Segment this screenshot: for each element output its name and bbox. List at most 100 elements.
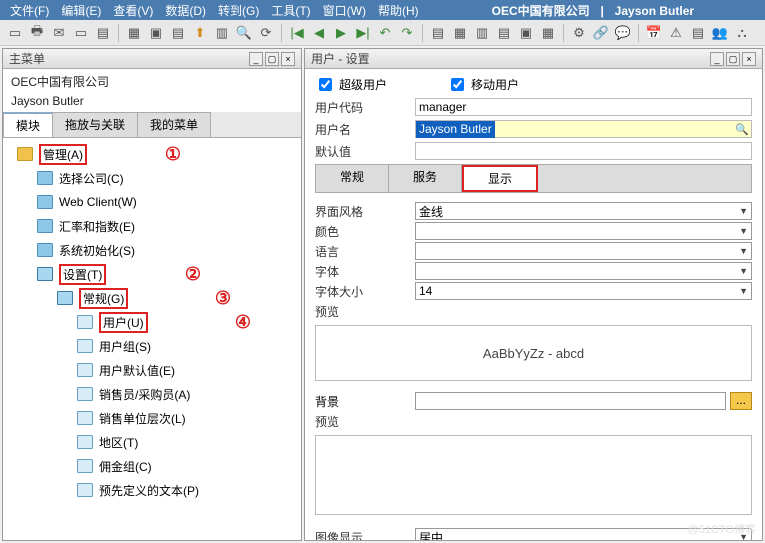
sms-icon[interactable]: ▭	[72, 24, 90, 42]
file-icon	[77, 363, 93, 377]
upload-icon[interactable]: ⬆	[191, 24, 209, 42]
toolbar-separator	[422, 24, 423, 42]
defaults-input[interactable]	[415, 142, 752, 160]
doc4-icon[interactable]: ▤	[495, 24, 513, 42]
tab-modules[interactable]: 模块	[3, 112, 53, 137]
tree-predefined-text[interactable]: 预先定义的文本(P)	[3, 478, 301, 502]
redo-icon[interactable]: ↷	[398, 24, 416, 42]
doc6-icon[interactable]: ▦	[539, 24, 557, 42]
menu-file[interactable]: 文件(F)	[4, 0, 55, 21]
report-icon[interactable]: ▤	[689, 24, 707, 42]
menu-tools[interactable]: 工具(T)	[265, 0, 316, 21]
minimize-button[interactable]: _	[710, 52, 724, 66]
detail-tabs: 常规 服务 显示 ⑤	[315, 164, 752, 193]
tree-sales-buyers[interactable]: 销售员/采购员(A)	[3, 382, 301, 406]
menu-view[interactable]: 查看(V)	[107, 0, 159, 21]
close-button[interactable]: ×	[742, 52, 756, 66]
app-title: OEC中国有限公司 | Jayson Butler	[425, 2, 761, 19]
tree-user-groups[interactable]: 用户组(S)	[3, 334, 301, 358]
user-code-input[interactable]	[415, 98, 752, 116]
doc2-icon[interactable]: ▦	[451, 24, 469, 42]
file-icon	[77, 459, 93, 473]
tree-unit-levels[interactable]: 销售单位层次(L)	[3, 406, 301, 430]
menu-help[interactable]: 帮助(H)	[372, 0, 425, 21]
pdf-icon[interactable]: ▤	[169, 24, 187, 42]
print-icon[interactable]: 🖶	[28, 24, 46, 42]
image-display-combo[interactable]: 居中▼	[415, 528, 752, 540]
tree-rates[interactable]: 汇率和指数(E)	[3, 214, 301, 238]
maximize-button[interactable]: ▢	[265, 52, 279, 66]
bg-browse-button[interactable]: ...	[730, 392, 752, 410]
tree-settings[interactable]: 设置(T) ②	[3, 262, 301, 286]
maximize-button[interactable]: ▢	[726, 52, 740, 66]
tree-sys-init[interactable]: 系统初始化(S)	[3, 238, 301, 262]
doc5-icon[interactable]: ▣	[517, 24, 535, 42]
tree-select-company[interactable]: 选择公司(C)	[3, 166, 301, 190]
toolbar: ▭ 🖶 ✉ ▭ ▤ ▦ ▣ ▤ ⬆ ▥ 🔍 ⟳ |◀ ◀ ▶ ▶| ↶ ↷ ▤ …	[0, 20, 765, 46]
font-combo[interactable]: ▼	[415, 262, 752, 280]
tab-general[interactable]: 常规	[316, 165, 389, 192]
marker-4: ④	[235, 312, 251, 333]
chevron-down-icon: ▼	[739, 226, 748, 236]
user-name-input[interactable]: Jayson Butler 🔍	[415, 120, 752, 138]
super-user-checkbox[interactable]: 超级用户	[315, 75, 387, 94]
folder-icon	[37, 243, 53, 257]
new-icon[interactable]: ▭	[6, 24, 24, 42]
menu-goto[interactable]: 转到(G)	[212, 0, 265, 21]
folder-icon	[37, 171, 53, 185]
chat-icon[interactable]: 💬	[614, 24, 632, 42]
next-icon[interactable]: ▶	[332, 24, 350, 42]
mobile-user-checkbox[interactable]: 移动用户	[447, 75, 519, 94]
tree-admin[interactable]: 管理(A) ①	[3, 142, 301, 166]
file-icon	[77, 387, 93, 401]
word-icon[interactable]: ▣	[147, 24, 165, 42]
menu-edit[interactable]: 编辑(E)	[55, 0, 107, 21]
lang-combo[interactable]: ▼	[415, 242, 752, 260]
color-label: 颜色	[315, 223, 415, 240]
folder-open-icon	[57, 291, 73, 305]
refresh-icon[interactable]: ⟳	[257, 24, 275, 42]
mail-icon[interactable]: ✉	[50, 24, 68, 42]
lock-icon[interactable]: ▥	[213, 24, 231, 42]
tree-web-client[interactable]: Web Client(W)	[3, 190, 301, 214]
minimize-button[interactable]: _	[249, 52, 263, 66]
skin-label: 界面风格	[315, 203, 415, 220]
last-icon[interactable]: ▶|	[354, 24, 372, 42]
file-icon	[77, 339, 93, 353]
color-combo[interactable]: ▼	[415, 222, 752, 240]
setting-icon[interactable]: ⚙	[570, 24, 588, 42]
close-button[interactable]: ×	[281, 52, 295, 66]
menu-data[interactable]: 数据(D)	[159, 0, 212, 21]
tree-region[interactable]: 地区(T)	[3, 430, 301, 454]
lookup-icon[interactable]: 🔍	[735, 123, 749, 136]
calendar-icon[interactable]: 📅	[645, 24, 663, 42]
bg-label: 背景	[315, 393, 415, 410]
tab-my-menu[interactable]: 我的菜单	[137, 112, 211, 137]
excel-icon[interactable]: ▦	[125, 24, 143, 42]
tab-service[interactable]: 服务	[389, 165, 462, 192]
font-size-combo[interactable]: 14▼	[415, 282, 752, 300]
tree-commission[interactable]: 佣金组(C)	[3, 454, 301, 478]
undo-icon[interactable]: ↶	[376, 24, 394, 42]
tree-general[interactable]: 常规(G) ③	[3, 286, 301, 310]
menu-window[interactable]: 窗口(W)	[317, 0, 372, 21]
bg-path-input[interactable]	[415, 392, 726, 410]
org-icon[interactable]: ⛬	[733, 24, 751, 42]
highlight-4: 用户(U)	[99, 312, 148, 333]
fax-icon[interactable]: ▤	[94, 24, 112, 42]
users-icon[interactable]: 👥	[711, 24, 729, 42]
lang-label: 语言	[315, 243, 415, 260]
link-icon[interactable]: 🔗	[592, 24, 610, 42]
skin-combo[interactable]: 金线▼	[415, 202, 752, 220]
tree-users[interactable]: 用户(U) ④	[3, 310, 301, 334]
tree-user-defaults[interactable]: 用户默认值(E)	[3, 358, 301, 382]
prev-icon[interactable]: ◀	[310, 24, 328, 42]
first-icon[interactable]: |◀	[288, 24, 306, 42]
folder-icon	[37, 195, 53, 209]
alert-icon[interactable]: ⚠	[667, 24, 685, 42]
search-icon[interactable]: 🔍	[235, 24, 253, 42]
doc1-icon[interactable]: ▤	[429, 24, 447, 42]
doc3-icon[interactable]: ▥	[473, 24, 491, 42]
tab-drag-relate[interactable]: 拖放与关联	[52, 112, 138, 137]
tab-display[interactable]: 显示	[462, 165, 538, 192]
